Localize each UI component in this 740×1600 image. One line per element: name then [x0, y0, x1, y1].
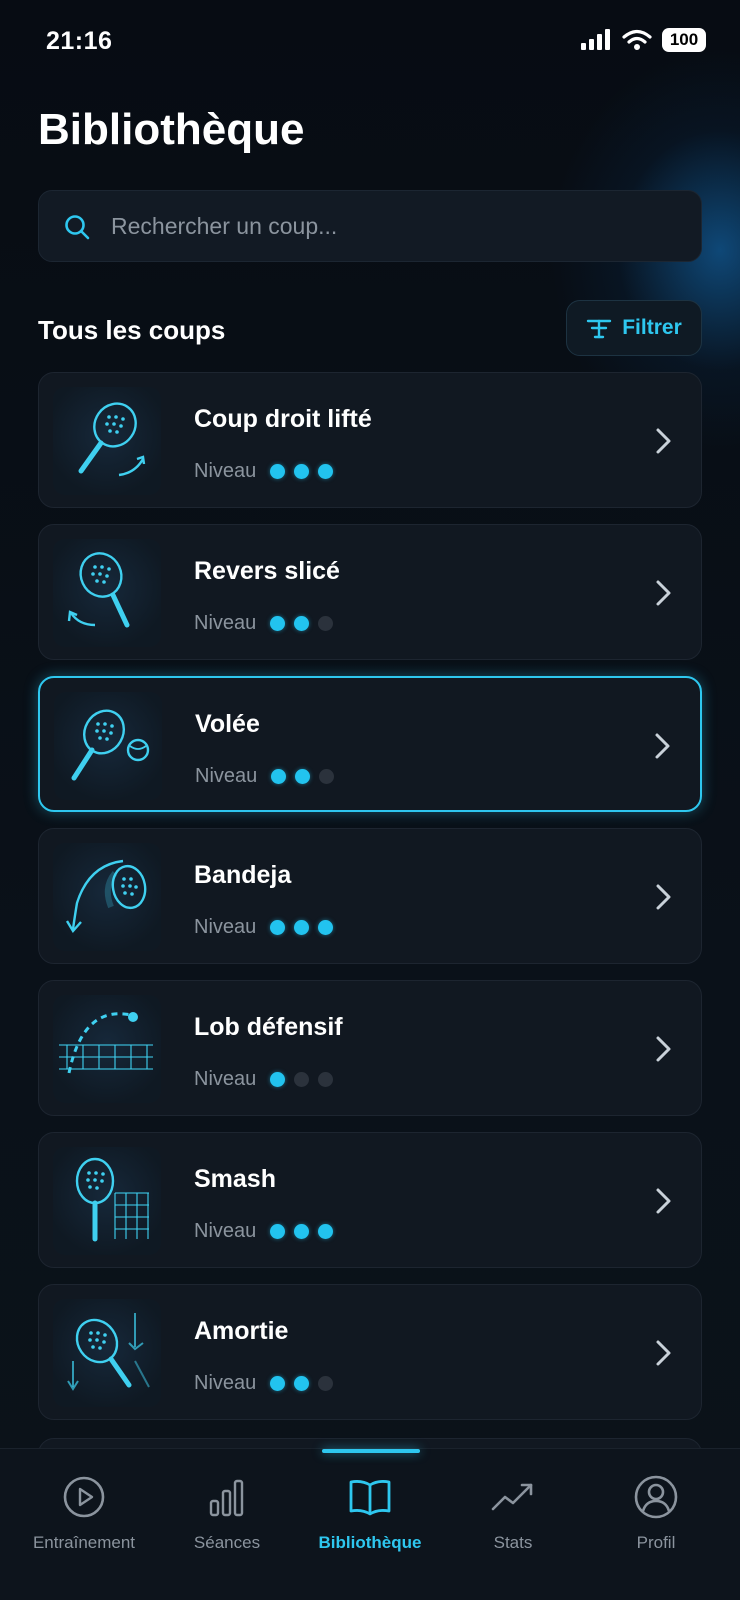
- level-dot-filled: [294, 920, 310, 935]
- chevron-right-icon: [656, 1036, 671, 1062]
- shot-card-revers-slice[interactable]: Revers slicé Niveau: [38, 524, 702, 660]
- tab-bibliotheque[interactable]: Bibliothèque: [296, 1449, 444, 1600]
- level-dot-filled: [270, 1376, 286, 1391]
- level-dot-filled: [270, 920, 286, 935]
- filter-label: Filtrer: [622, 316, 682, 339]
- book-icon: [349, 1480, 391, 1516]
- filter-button[interactable]: Filtrer: [566, 300, 702, 356]
- level-dot-filled: [270, 1072, 286, 1087]
- level-dot-filled: [318, 920, 334, 935]
- user-circle-icon: [634, 1475, 678, 1519]
- level-label: Niveau: [194, 1220, 257, 1242]
- level-dot-filled: [271, 769, 287, 784]
- chevron-right-icon: [656, 884, 671, 910]
- racket-dropshot-icon: [53, 1299, 161, 1407]
- shot-name: Coup droit lifté: [194, 405, 372, 433]
- chevron-right-icon: [655, 733, 670, 759]
- shot-card-lob-defensif[interactable]: Lob défensif Niveau: [38, 980, 702, 1116]
- tab-stats[interactable]: Stats: [439, 1449, 587, 1600]
- level-indicator: Niveau: [194, 612, 342, 635]
- level-label: Niveau: [195, 765, 258, 787]
- lob-trajectory-icon: [53, 995, 161, 1103]
- level-label: Niveau: [194, 1068, 257, 1090]
- racket-bandeja-icon: [53, 843, 161, 951]
- tab-label: Profil: [636, 1533, 676, 1552]
- level-label: Niveau: [194, 460, 257, 482]
- level-indicator: Niveau: [194, 1068, 342, 1091]
- level-indicator: Niveau: [194, 916, 342, 939]
- bar-chart-icon: [209, 1479, 244, 1517]
- racket-volley-icon: [54, 692, 162, 800]
- tab-label: Séances: [193, 1533, 261, 1552]
- level-indicator: Niveau: [194, 460, 342, 483]
- level-dot-filled: [318, 464, 334, 479]
- search-icon: [65, 215, 90, 240]
- filter-icon: [587, 319, 612, 339]
- play-circle-icon: [63, 1476, 105, 1518]
- tab-bar: Entraînement Séances Bibliothèque Stats: [0, 1448, 740, 1600]
- shot-name: Lob défensif: [194, 1013, 343, 1041]
- racket-smash-icon: [53, 1147, 161, 1255]
- shot-name: Volée: [195, 710, 260, 738]
- level-indicator: Niveau: [194, 1372, 342, 1395]
- tab-profil[interactable]: Profil: [582, 1449, 730, 1600]
- level-label: Niveau: [194, 1372, 257, 1394]
- level-dot-filled: [270, 1224, 286, 1239]
- status-icons: 100: [580, 28, 706, 52]
- shot-name: Amortie: [194, 1317, 289, 1345]
- shot-card-smash[interactable]: Smash Niveau: [38, 1132, 702, 1268]
- level-dot-empty: [294, 1072, 310, 1087]
- chevron-right-icon: [656, 580, 671, 606]
- battery-indicator: 100: [662, 28, 706, 52]
- trend-icon: [491, 1483, 533, 1511]
- section-title: Tous les coups: [38, 315, 226, 345]
- level-label: Niveau: [194, 916, 257, 938]
- chevron-right-icon: [656, 428, 671, 454]
- tab-entrainement[interactable]: Entraînement: [10, 1449, 158, 1600]
- shot-name: Bandeja: [194, 861, 292, 889]
- status-time: 21:16: [46, 27, 113, 55]
- shot-card-volee[interactable]: Volée Niveau: [38, 676, 702, 812]
- level-dot-empty: [319, 769, 335, 784]
- shot-name: Smash: [194, 1165, 276, 1193]
- level-dot-filled: [294, 1224, 310, 1239]
- shot-list: Coup droit lifté Niveau Revers slicé Niv…: [38, 372, 702, 1436]
- level-dot-filled: [295, 769, 311, 784]
- shot-card-coup-droit-lifte[interactable]: Coup droit lifté Niveau: [38, 372, 702, 508]
- level-dot-filled: [270, 616, 286, 631]
- level-dot-filled: [318, 1224, 334, 1239]
- level-dot-filled: [294, 1376, 310, 1391]
- racket-slice-icon: [53, 539, 161, 647]
- level-dot-filled: [270, 464, 286, 479]
- tab-seances[interactable]: Séances: [153, 1449, 301, 1600]
- level-indicator: Niveau: [194, 1220, 342, 1243]
- level-dot-filled: [294, 616, 310, 631]
- wifi-icon: [622, 29, 652, 50]
- level-dot-filled: [294, 464, 310, 479]
- tab-label: Stats: [493, 1533, 533, 1552]
- racket-topspin-icon: [53, 387, 161, 495]
- shot-card-bandeja[interactable]: Bandeja Niveau: [38, 828, 702, 964]
- level-dot-empty: [318, 616, 334, 631]
- level-indicator: Niveau: [195, 765, 343, 788]
- level-label: Niveau: [194, 612, 257, 634]
- shot-name: Revers slicé: [194, 557, 340, 585]
- search-placeholder: Rechercher un coup...: [111, 213, 338, 239]
- search-input[interactable]: Rechercher un coup...: [38, 190, 702, 262]
- status-bar: 21:16 100: [0, 0, 740, 84]
- page-title: Bibliothèque: [38, 105, 305, 154]
- screen: 21:16 100 Bibliothèque Rechercher un cou…: [0, 0, 740, 1600]
- level-dot-empty: [318, 1072, 334, 1087]
- tab-label: Entraînement: [32, 1533, 136, 1552]
- chevron-right-icon: [656, 1188, 671, 1214]
- tab-label: Bibliothèque: [318, 1533, 422, 1552]
- signal-icon: [581, 29, 610, 50]
- chevron-right-icon: [656, 1340, 671, 1366]
- level-dot-empty: [318, 1376, 334, 1391]
- shot-card-amortie[interactable]: Amortie Niveau: [38, 1284, 702, 1420]
